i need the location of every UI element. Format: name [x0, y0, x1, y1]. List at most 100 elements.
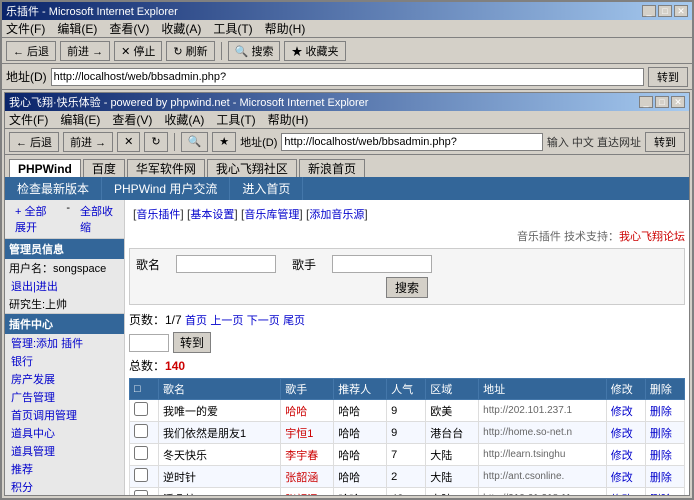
- collapse-all-link[interactable]: 全部收缩: [74, 202, 120, 236]
- expand-all-link[interactable]: + 全部展开: [9, 202, 62, 236]
- menu-tools-outer[interactable]: 工具(T): [213, 20, 252, 37]
- menu-edit-inner[interactable]: 编辑(E): [60, 111, 100, 128]
- song-checkbox-3[interactable]: [134, 468, 148, 482]
- last-page-link[interactable]: 尾页: [283, 315, 305, 327]
- outer-address-input[interactable]: [51, 68, 644, 86]
- inner-address-input[interactable]: [281, 133, 542, 151]
- row-song-1: 我们依然是朋友1: [158, 422, 280, 444]
- plugin-manage-add[interactable]: 管理:添加 插件: [5, 334, 124, 352]
- breadcrumb-basic-settings[interactable]: 基本设置: [190, 209, 234, 221]
- menu-help-outer[interactable]: 帮助(H): [265, 20, 306, 37]
- tab-phpwind[interactable]: PHPWind: [9, 159, 81, 177]
- plugin-recommend[interactable]: 推荐: [5, 460, 124, 478]
- col-singer: 歌手: [281, 379, 334, 400]
- row-delete-4[interactable]: 删除: [645, 488, 684, 496]
- row-checkbox: [130, 400, 159, 422]
- row-song-3: 逆时针: [158, 466, 280, 488]
- song-checkbox-1[interactable]: [134, 424, 148, 438]
- col-recommender: 推荐人: [334, 379, 387, 400]
- nav-check-update[interactable]: 检查最新版本: [5, 177, 102, 200]
- menu-favorites-inner[interactable]: 收藏(A): [164, 111, 204, 128]
- row-singer-4: 张韶涵: [281, 488, 334, 496]
- breadcrumb-music-plugin[interactable]: 音乐插件: [136, 209, 180, 221]
- song-checkbox-0[interactable]: [134, 402, 148, 416]
- inner-minimize-btn[interactable]: _: [639, 96, 653, 108]
- plugin-realestate[interactable]: 房产发展: [5, 370, 124, 388]
- row-delete-3[interactable]: 删除: [645, 466, 684, 488]
- menu-edit-outer[interactable]: 编辑(E): [57, 20, 97, 37]
- row-song-2: 冬天快乐: [158, 444, 280, 466]
- breadcrumb-add-music[interactable]: 添加音乐源: [309, 209, 364, 221]
- sidebar-login-link[interactable]: 退出|进出: [5, 277, 124, 295]
- menu-file-inner[interactable]: 文件(F): [9, 111, 48, 128]
- refresh-btn-outer[interactable]: ↻ 刷新: [166, 41, 214, 61]
- close-btn[interactable]: ✕: [674, 5, 688, 17]
- back-btn-outer[interactable]: ← 后退: [6, 41, 56, 61]
- row-delete-1[interactable]: 删除: [645, 422, 684, 444]
- forward-btn-outer[interactable]: 前进 →: [60, 41, 110, 61]
- tech-support-link[interactable]: 我心飞翔论坛: [619, 231, 685, 243]
- row-edit-0[interactable]: 修改: [606, 400, 645, 422]
- restore-btn[interactable]: □: [658, 5, 672, 17]
- stop-btn-outer[interactable]: ✕ 停止: [114, 41, 162, 61]
- jump-btn[interactable]: 转到: [173, 332, 211, 353]
- breadcrumb-music-library[interactable]: 音乐库管理: [244, 209, 299, 221]
- menu-favorites-outer[interactable]: 收藏(A): [161, 20, 201, 37]
- row-delete-2[interactable]: 删除: [645, 444, 684, 466]
- tab-huajun[interactable]: 华军软件网: [127, 159, 205, 177]
- tab-baidu[interactable]: 百度: [83, 159, 125, 177]
- song-name-input[interactable]: [176, 255, 276, 273]
- table-row: 逆时针 张韶涵 哈哈 2 大陆 http://ant.csonline. 修改 …: [130, 466, 685, 488]
- next-page-link[interactable]: 下一页: [247, 315, 280, 327]
- tab-woxinfeixiang[interactable]: 我心飞翔社区: [207, 159, 297, 177]
- plugin-homepage-mgr[interactable]: 首页调用管理: [5, 406, 124, 424]
- row-song-0: 我唯一的爱: [158, 400, 280, 422]
- nav-user-exchange[interactable]: PHPWind 用户交流: [102, 177, 230, 200]
- menu-view-inner[interactable]: 查看(V): [112, 111, 152, 128]
- menu-tools-inner[interactable]: 工具(T): [216, 111, 255, 128]
- inner-toolbar: ← 后退 前进 → ✕ ↻ 🔍 ★ 地址(D) 输入 中文 直达网址 转到: [5, 129, 689, 155]
- row-delete-0[interactable]: 删除: [645, 400, 684, 422]
- row-region-4: 大陆: [426, 488, 479, 496]
- tab-xinlang[interactable]: 新浪首页: [299, 159, 365, 177]
- menu-help-inner[interactable]: 帮助(H): [268, 111, 309, 128]
- inner-close-btn[interactable]: ✕: [671, 96, 685, 108]
- plugin-tools-mgr[interactable]: 道具管理: [5, 442, 124, 460]
- row-edit-1[interactable]: 修改: [606, 422, 645, 444]
- jump-input[interactable]: [129, 334, 169, 352]
- plugin-points[interactable]: 积分: [5, 478, 124, 495]
- row-region-3: 大陆: [426, 466, 479, 488]
- inner-restore-btn[interactable]: □: [655, 96, 669, 108]
- forward-btn-inner[interactable]: 前进 →: [63, 132, 113, 152]
- inner-browser-window: 我心飞翔·快乐体验 - powered by phpwind.net - Mic…: [4, 92, 690, 496]
- back-btn-inner[interactable]: ← 后退: [9, 132, 59, 152]
- sidebar: + 全部展开 - 全部收缩 管理员信息 用户名：songspace 退出|进出 …: [5, 200, 125, 495]
- nav-enter-homepage[interactable]: 进入首页: [230, 177, 303, 200]
- row-edit-2[interactable]: 修改: [606, 444, 645, 466]
- search-btn-inner[interactable]: 🔍: [181, 132, 209, 152]
- refresh-btn-inner[interactable]: ↻: [144, 132, 167, 152]
- search-btn-outer[interactable]: 🔍 搜索: [228, 41, 281, 61]
- menu-view-outer[interactable]: 查看(V): [109, 20, 149, 37]
- singer-input[interactable]: [332, 255, 432, 273]
- minimize-btn[interactable]: _: [642, 5, 656, 17]
- row-region-1: 港台台: [426, 422, 479, 444]
- search-button[interactable]: 搜索: [386, 277, 428, 298]
- song-checkbox-2[interactable]: [134, 446, 148, 460]
- row-edit-4[interactable]: 修改: [606, 488, 645, 496]
- favorites-btn-inner[interactable]: ★: [212, 132, 236, 152]
- menu-file-outer[interactable]: 文件(F): [6, 20, 45, 37]
- plugin-bank[interactable]: 银行: [5, 352, 124, 370]
- prev-page-link[interactable]: 上一页: [210, 315, 243, 327]
- outer-go-btn[interactable]: 转到: [648, 67, 688, 87]
- plugin-tools-center[interactable]: 道具中心: [5, 424, 124, 442]
- row-edit-3[interactable]: 修改: [606, 466, 645, 488]
- admin-info-section: 管理员信息 用户名：songspace 退出|进出 研究生:上帅: [5, 239, 124, 314]
- first-page-link[interactable]: 首页: [185, 315, 207, 327]
- favorites-btn-outer[interactable]: ★ 收藏夹: [284, 41, 345, 61]
- stop-btn-inner[interactable]: ✕: [117, 132, 140, 152]
- inner-sep1: [174, 133, 175, 151]
- song-checkbox-4[interactable]: [134, 490, 148, 495]
- inner-go-btn[interactable]: 转到: [645, 132, 685, 152]
- plugin-ads[interactable]: 广告管理: [5, 388, 124, 406]
